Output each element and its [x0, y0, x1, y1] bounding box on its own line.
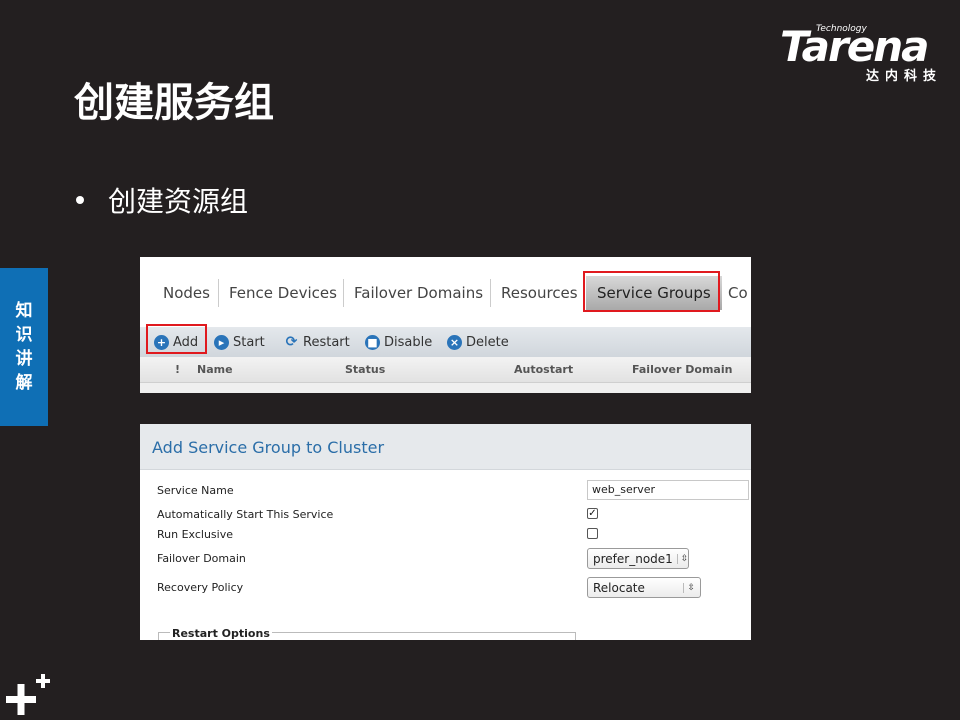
- dialog-title: Add Service Group to Cluster: [152, 438, 385, 457]
- service-groups-toolbar: + Add ▸ Start ⟳ Restart ■ Disable × Dele…: [140, 327, 751, 357]
- tab-resources[interactable]: Resources: [492, 277, 587, 309]
- column-autostart[interactable]: Autostart: [514, 363, 573, 376]
- add-service-group-screenshot: Add Service Group to Cluster Service Nam…: [140, 424, 751, 640]
- table-body-area: [140, 383, 751, 393]
- auto-start-label: Automatically Start This Service: [157, 508, 334, 521]
- failover-domain-select[interactable]: prefer_node1 ⇳: [587, 548, 689, 569]
- start-label: Start: [233, 334, 265, 350]
- tab-nodes[interactable]: Nodes: [154, 277, 219, 309]
- failover-domain-label: Failover Domain: [157, 552, 246, 565]
- service-name-label: Service Name: [157, 484, 234, 497]
- recovery-policy-label: Recovery Policy: [157, 581, 244, 594]
- run-exclusive-label: Run Exclusive: [157, 528, 233, 541]
- logo-cn: 达内科技: [865, 69, 942, 84]
- play-circle-icon: ▸: [214, 334, 229, 350]
- cluster-tab-bar: Nodes Fence Devices Failover Domains Res…: [140, 257, 751, 327]
- select-arrows-icon: ⇳: [676, 553, 688, 564]
- side-tab-char: 讲: [15, 349, 33, 369]
- add-button-highlight: [146, 324, 207, 354]
- tab-divider: [343, 279, 344, 307]
- service-groups-highlight: [583, 271, 720, 312]
- bullet-item: 创建资源组: [76, 180, 248, 220]
- tab-failover-domains[interactable]: Failover Domains: [345, 277, 492, 309]
- tab-divider: [218, 279, 219, 307]
- column-name[interactable]: Name: [197, 363, 233, 376]
- auto-start-checkbox[interactable]: ✓: [587, 508, 598, 519]
- column-failover-domain[interactable]: Failover Domain: [632, 363, 732, 376]
- plus-logo-icon: [6, 674, 50, 715]
- column-flag[interactable]: !: [175, 363, 180, 376]
- start-button[interactable]: ▸ Start: [214, 333, 265, 351]
- tab-configure[interactable]: Co: [719, 277, 751, 309]
- recovery-policy-select[interactable]: Relocate ⇳: [587, 577, 701, 598]
- tarena-logo: Technology Tarena 达内科技: [780, 22, 946, 84]
- restart-options-legend: Restart Options: [170, 627, 272, 640]
- knowledge-side-tab: 知 识 讲 解: [0, 268, 48, 426]
- failover-domain-value: prefer_node1: [593, 551, 673, 566]
- disable-label: Disable: [384, 334, 433, 350]
- disable-button[interactable]: ■ Disable: [365, 333, 432, 351]
- restart-label: Restart: [303, 334, 350, 350]
- close-circle-icon: ×: [447, 334, 462, 350]
- stop-circle-icon: ■: [365, 334, 380, 350]
- recovery-policy-value: Relocate: [593, 580, 645, 595]
- tab-fence-devices[interactable]: Fence Devices: [220, 277, 346, 309]
- delete-button[interactable]: × Delete: [447, 333, 509, 351]
- tab-divider: [490, 279, 491, 307]
- side-tab-char: 解: [15, 373, 33, 393]
- side-tab-char: 识: [15, 325, 33, 345]
- bullet-dot-icon: [76, 196, 84, 204]
- refresh-icon: ⟳: [285, 333, 298, 350]
- side-tab-char: 知: [15, 301, 33, 321]
- service-groups-table-header: ! Name Status Autostart Failover Domain: [140, 357, 751, 383]
- run-exclusive-checkbox[interactable]: [587, 528, 598, 539]
- column-status[interactable]: Status: [345, 363, 385, 376]
- restart-button[interactable]: ⟳ Restart: [284, 333, 350, 351]
- service-name-input[interactable]: web_server: [587, 480, 749, 500]
- slide-title: 创建服务组: [74, 80, 274, 126]
- dialog-header: Add Service Group to Cluster: [140, 424, 751, 470]
- bullet-text: 创建资源组: [108, 185, 249, 218]
- logo-word: Tarena: [780, 22, 929, 71]
- select-arrows-icon: ⇳: [683, 582, 695, 593]
- delete-label: Delete: [466, 334, 509, 350]
- service-groups-screenshot: Nodes Fence Devices Failover Domains Res…: [140, 257, 751, 393]
